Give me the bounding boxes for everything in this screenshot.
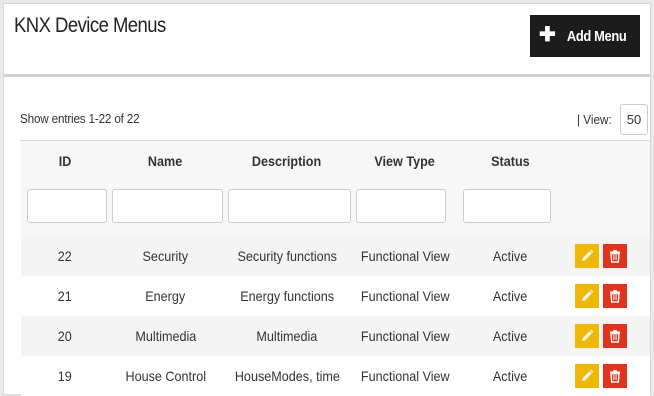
cell-view-type: Functional View bbox=[360, 368, 450, 384]
table-row: 21 Energy Energy functions Functional Vi… bbox=[21, 276, 650, 316]
cell-description: Energy functions bbox=[240, 288, 334, 304]
cell-description: Multimedia bbox=[256, 328, 318, 344]
cell-status: Active bbox=[492, 368, 528, 384]
cell-description: HouseModes, time bbox=[234, 368, 340, 384]
edit-button[interactable] bbox=[575, 364, 599, 388]
cell-name: Security bbox=[142, 248, 189, 264]
table-row: 22 Security Security functions Functiona… bbox=[21, 236, 650, 276]
cell-id: 22 bbox=[57, 248, 73, 264]
cell-name: Energy bbox=[145, 288, 186, 304]
pencil-icon bbox=[582, 329, 594, 341]
cell-status: Active bbox=[492, 248, 528, 264]
trash-icon bbox=[610, 290, 620, 303]
trash-icon bbox=[610, 370, 620, 383]
view-label: | View: bbox=[577, 112, 612, 127]
cell-status: Active bbox=[492, 328, 528, 344]
filter-name-input[interactable] bbox=[112, 189, 223, 223]
cell-description: Security functions bbox=[237, 248, 337, 264]
table-row: 19 House Control HouseModes, time Functi… bbox=[21, 356, 650, 396]
filter-description-input[interactable] bbox=[228, 189, 351, 223]
entries-info: Show entries 1-22 of 22 bbox=[20, 111, 140, 126]
pencil-icon bbox=[582, 289, 594, 301]
row-actions bbox=[562, 316, 651, 356]
column-header-description[interactable]: Description bbox=[222, 141, 352, 181]
column-header-status[interactable]: Status bbox=[458, 141, 562, 181]
cell-id: 21 bbox=[57, 288, 73, 304]
cell-id: 19 bbox=[57, 368, 73, 384]
cell-view-type: Functional View bbox=[360, 248, 450, 264]
cell-view-type: Functional View bbox=[360, 288, 450, 304]
filter-id-input[interactable] bbox=[27, 189, 107, 223]
pencil-icon bbox=[582, 249, 594, 261]
cell-view-type: Functional View bbox=[360, 328, 450, 344]
column-header-view-type[interactable]: View Type bbox=[352, 141, 458, 181]
add-menu-button[interactable]: ✚ Add Menu bbox=[530, 15, 640, 57]
row-actions bbox=[562, 356, 651, 396]
delete-button[interactable] bbox=[603, 284, 627, 308]
cell-name: House Control bbox=[125, 368, 206, 384]
row-actions bbox=[562, 236, 651, 276]
table-filter-row bbox=[21, 181, 650, 236]
table-row: 20 Multimedia Multimedia Functional View… bbox=[21, 316, 650, 356]
column-header-id[interactable]: ID bbox=[21, 141, 109, 181]
delete-button[interactable] bbox=[603, 324, 627, 348]
delete-button[interactable] bbox=[603, 364, 627, 388]
table-header-row: ID Name Description View Type Status bbox=[21, 141, 650, 181]
plus-icon: ✚ bbox=[538, 24, 556, 46]
filter-view-type-input[interactable] bbox=[356, 189, 446, 223]
cell-id: 20 bbox=[57, 328, 73, 344]
filter-status-input[interactable] bbox=[463, 189, 551, 223]
cell-status: Active bbox=[492, 288, 528, 304]
menus-table: ID Name Description View Type Status 22 … bbox=[20, 140, 650, 396]
trash-icon bbox=[610, 330, 620, 343]
cell-name: Multimedia bbox=[135, 328, 196, 344]
row-actions bbox=[562, 276, 651, 316]
column-header-name[interactable]: Name bbox=[109, 141, 222, 181]
edit-button[interactable] bbox=[575, 244, 599, 268]
pencil-icon bbox=[582, 369, 594, 381]
trash-icon bbox=[610, 250, 620, 263]
edit-button[interactable] bbox=[575, 284, 599, 308]
edit-button[interactable] bbox=[575, 324, 599, 348]
add-menu-label: Add Menu bbox=[566, 27, 627, 45]
panel-header: KNX Device Menus ✚ Add Menu bbox=[4, 4, 650, 77]
view-count-select[interactable]: 50 bbox=[620, 104, 648, 135]
delete-button[interactable] bbox=[603, 244, 627, 268]
page-title: KNX Device Menus bbox=[14, 14, 166, 37]
